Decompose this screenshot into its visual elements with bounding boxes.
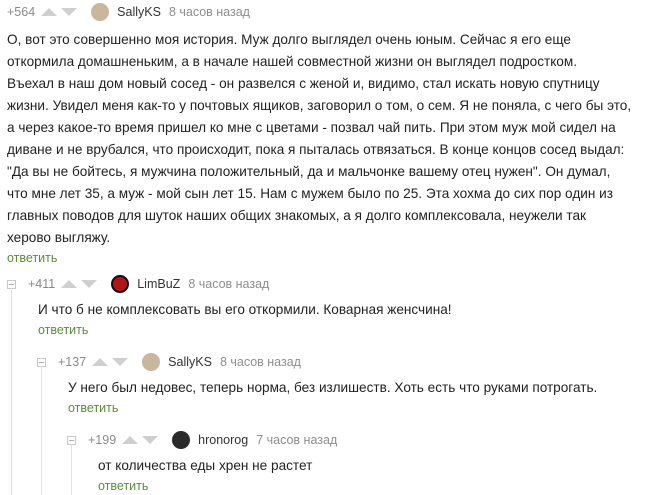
comment: +411 LimBuZ 8 часов назад И что б не ком… [7,274,647,339]
comment: +137 SallyKS 8 часов назад У него был не… [37,352,647,417]
comment-text-line: И что б не комплексовать вы его откормил… [38,302,452,317]
comment-header: +564 SallyKS 8 часов назад [7,2,647,22]
thread-line[interactable] [71,444,72,495]
upvote-icon[interactable] [61,280,78,288]
comment-time[interactable]: 8 часов назад [188,277,269,291]
comment-text-line: от количества еды хрен не растет [98,458,313,473]
avatar[interactable] [142,353,161,371]
comment-time[interactable]: 8 часов назад [169,5,250,19]
avatar[interactable] [91,3,110,21]
comment-author[interactable]: SallyKS [117,5,161,19]
downvote-icon[interactable] [81,280,98,288]
reply-link[interactable]: ответить [38,323,88,337]
upvote-icon[interactable] [92,358,109,366]
avatar[interactable] [111,275,130,293]
comment-text-line: откормила домашненьким, а в начале нашей… [7,54,577,69]
downvote-icon[interactable] [112,358,129,366]
comment-text-line: а через какое-то время пришел ко мне с ц… [7,120,616,135]
comment-time[interactable]: 7 часов назад [256,433,337,447]
comment-body: от количества еды хрен не растет ответит… [98,455,647,495]
comment-text-line: У него был недовес, теперь норма, без из… [68,380,598,395]
comment-header: +411 LimBuZ 8 часов назад [7,274,647,294]
reply-link[interactable]: ответить [68,401,118,415]
downvote-icon[interactable] [61,8,78,16]
comment-author[interactable]: hronorog [198,433,248,447]
comment-rating: +411 [28,277,56,291]
comment-rating: +137 [58,355,87,369]
comment-header: +137 SallyKS 8 часов назад [37,352,647,372]
comment-body: И что б не комплексовать вы его откормил… [38,299,647,339]
comment-text-line: "Да вы не бойтесь, я мужчина положительн… [7,164,611,179]
comment-text-line: Въехал в наш дом новый сосед - он развел… [7,76,600,91]
reply-link[interactable]: ответить [7,251,57,265]
reply-link[interactable]: ответить [98,479,148,493]
vote-controls [41,8,81,16]
comment-text-line: диване и не врубался, что происходит, по… [7,142,625,157]
comment-body: О, вот это совершенно моя история. Муж д… [7,29,647,249]
comment-text-line: главных поводов для шуток наших общих зн… [7,208,586,223]
comment-header: +199 hronorog 7 часов назад [67,430,647,450]
comment: +564 SallyKS 8 часов назад О, вот это со… [7,2,647,267]
vote-controls [122,436,162,444]
comment-time[interactable]: 8 часов назад [220,355,301,369]
upvote-icon[interactable] [122,436,139,444]
upvote-icon[interactable] [41,8,58,16]
comment-rating: +199 [88,433,117,447]
comment-rating: +564 [7,5,36,19]
vote-controls [61,280,101,288]
comment-text-line: жизни. Увидел меня как-то у почтовых ящи… [7,98,632,113]
avatar[interactable] [172,431,191,449]
downvote-icon[interactable] [142,436,159,444]
comment: +199 hronorog 7 часов назад от количеств… [67,430,647,495]
comment-text-line: О, вот это совершенно моя история. Муж д… [7,32,571,47]
comment-body: У него был недовес, теперь норма, без из… [68,377,647,417]
vote-controls [92,358,132,366]
thread-line[interactable] [11,288,12,495]
comment-text-line: херово выгляжу. [7,230,111,245]
comment-author[interactable]: SallyKS [168,355,212,369]
thread-line[interactable] [41,366,42,495]
comment-author[interactable]: LimBuZ [137,277,180,291]
comment-text-line: что мне лет 35, а муж - мой сын лет 15. … [7,186,613,201]
